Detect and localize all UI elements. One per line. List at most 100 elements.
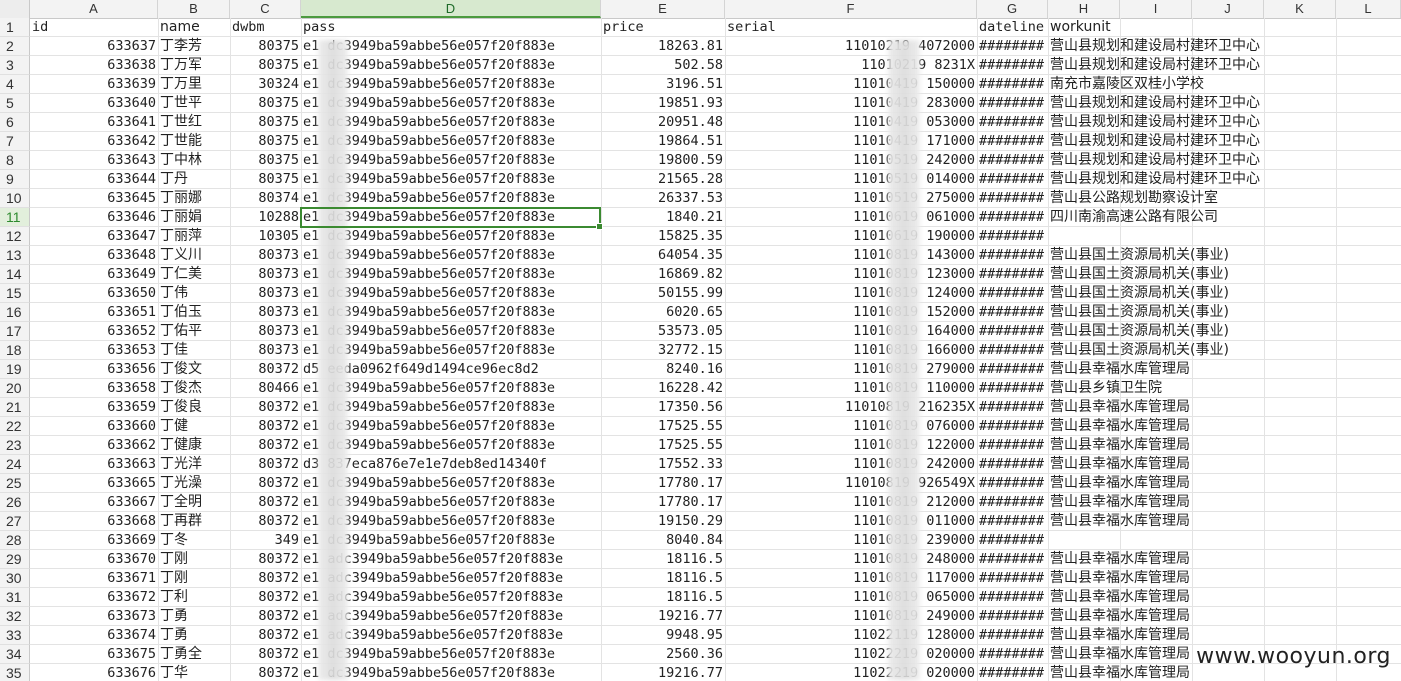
cell-dwbm[interactable]: 80372: [230, 607, 301, 626]
cell-serial[interactable]: 11010819 124000: [725, 284, 977, 303]
cell-id[interactable]: 633669: [30, 531, 158, 550]
row-header[interactable]: 7: [0, 132, 30, 151]
row-header[interactable]: 8: [0, 151, 30, 170]
row-header[interactable]: 35: [0, 664, 30, 681]
cell-dateline[interactable]: ########: [977, 512, 1048, 531]
cell-serial[interactable]: 11022219 020000: [725, 664, 977, 681]
cell-id[interactable]: 633662: [30, 436, 158, 455]
cell-name[interactable]: 丁世红: [158, 113, 230, 132]
cell-dateline[interactable]: ########: [977, 246, 1048, 265]
cell-dateline[interactable]: ########: [977, 56, 1048, 75]
cell-id[interactable]: 633651: [30, 303, 158, 322]
row-header[interactable]: 32: [0, 607, 30, 626]
cell-price[interactable]: 19864.51: [601, 132, 725, 151]
cell-dateline[interactable]: ########: [977, 531, 1048, 550]
cell-id[interactable]: 633649: [30, 265, 158, 284]
cell-name[interactable]: 丁冬: [158, 531, 230, 550]
cell-name[interactable]: 丁光澡: [158, 474, 230, 493]
cell-name[interactable]: 丁义川: [158, 246, 230, 265]
cell-id[interactable]: 633665: [30, 474, 158, 493]
cell-workunit[interactable]: 营山县规划和建设局村建环卫中心: [1048, 94, 1401, 113]
cell-serial[interactable]: 11010519 242000: [725, 151, 977, 170]
cell-price[interactable]: 20951.48: [601, 113, 725, 132]
cell-workunit[interactable]: 营山县幸福水库管理局: [1048, 588, 1401, 607]
row-header[interactable]: 31: [0, 588, 30, 607]
cell-dateline[interactable]: ########: [977, 417, 1048, 436]
cell-workunit[interactable]: 营山县规划和建设局村建环卫中心: [1048, 113, 1401, 132]
cell-id[interactable]: id: [30, 18, 158, 37]
cell-id[interactable]: 633675: [30, 645, 158, 664]
cell-workunit[interactable]: 营山县乡镇卫生院: [1048, 379, 1401, 398]
row-header[interactable]: 25: [0, 474, 30, 493]
cell-id[interactable]: 633670: [30, 550, 158, 569]
cell-workunit[interactable]: 营山县幸福水库管理局: [1048, 360, 1401, 379]
cell-dwbm[interactable]: 80375: [230, 113, 301, 132]
cell-serial[interactable]: 11010819 122000: [725, 436, 977, 455]
cell-dateline[interactable]: ########: [977, 151, 1048, 170]
cell-workunit[interactable]: 营山县国土资源局机关(事业): [1048, 341, 1401, 360]
cell-workunit[interactable]: workunit: [1048, 18, 1401, 37]
cell-name[interactable]: 丁光洋: [158, 455, 230, 474]
cell-name[interactable]: 丁俊杰: [158, 379, 230, 398]
cell-id[interactable]: 633672: [30, 588, 158, 607]
cell-workunit[interactable]: 营山县规划和建设局村建环卫中心: [1048, 37, 1401, 56]
row-header[interactable]: 16: [0, 303, 30, 322]
cell-price[interactable]: 17780.17: [601, 474, 725, 493]
row-header[interactable]: 6: [0, 113, 30, 132]
cell-name[interactable]: 丁丽萍: [158, 227, 230, 246]
cell-workunit[interactable]: 营山县国土资源局机关(事业): [1048, 322, 1401, 341]
row-header[interactable]: 34: [0, 645, 30, 664]
cell-serial[interactable]: 11022119 128000: [725, 626, 977, 645]
cell-dateline[interactable]: ########: [977, 455, 1048, 474]
cell-price[interactable]: 16228.42: [601, 379, 725, 398]
column-header-f[interactable]: F: [725, 0, 977, 18]
cell-workunit[interactable]: 营山县规划和建设局村建环卫中心: [1048, 132, 1401, 151]
row-header[interactable]: 11: [0, 208, 30, 227]
cell-workunit[interactable]: 营山县公路规划勘察设计室: [1048, 189, 1401, 208]
row-header[interactable]: 17: [0, 322, 30, 341]
cell-dateline[interactable]: ########: [977, 37, 1048, 56]
row-header[interactable]: 19: [0, 360, 30, 379]
cell-serial[interactable]: 11010219 8231X: [725, 56, 977, 75]
row-header[interactable]: 13: [0, 246, 30, 265]
cell-dwbm[interactable]: 80373: [230, 303, 301, 322]
cell-name[interactable]: 丁俊文: [158, 360, 230, 379]
cell-id[interactable]: 633658: [30, 379, 158, 398]
cell-id[interactable]: 633642: [30, 132, 158, 151]
row-header[interactable]: 21: [0, 398, 30, 417]
cell-name[interactable]: 丁健康: [158, 436, 230, 455]
cell-name[interactable]: 丁仁美: [158, 265, 230, 284]
cell-serial[interactable]: serial: [725, 18, 977, 37]
cell-dateline[interactable]: ########: [977, 645, 1048, 664]
cell-price[interactable]: 17525.55: [601, 417, 725, 436]
cell-serial[interactable]: 11010619 190000: [725, 227, 977, 246]
cell-name[interactable]: 丁健: [158, 417, 230, 436]
cell-dwbm[interactable]: 80375: [230, 151, 301, 170]
cell-id[interactable]: 633674: [30, 626, 158, 645]
cell-price[interactable]: 21565.28: [601, 170, 725, 189]
cell-name[interactable]: 丁万里: [158, 75, 230, 94]
cell-dateline[interactable]: dateline: [977, 18, 1048, 37]
cell-dwbm[interactable]: 80373: [230, 246, 301, 265]
cell-workunit[interactable]: 南充市嘉陵区双桂小学校: [1048, 75, 1401, 94]
cell-serial[interactable]: 11010519 275000: [725, 189, 977, 208]
cell-name[interactable]: 丁丽娟: [158, 208, 230, 227]
cell-dwbm[interactable]: 80372: [230, 626, 301, 645]
cell-name[interactable]: 丁万军: [158, 56, 230, 75]
cell-dwbm[interactable]: 80372: [230, 493, 301, 512]
cell-name[interactable]: 丁丽娜: [158, 189, 230, 208]
cell-price[interactable]: 19216.77: [601, 664, 725, 681]
cell-id[interactable]: 633647: [30, 227, 158, 246]
cell-id[interactable]: 633637: [30, 37, 158, 56]
cell-serial[interactable]: 11010419 053000: [725, 113, 977, 132]
cell-dwbm[interactable]: 80372: [230, 360, 301, 379]
row-header[interactable]: 30: [0, 569, 30, 588]
cell-price[interactable]: 502.58: [601, 56, 725, 75]
cell-dwbm[interactable]: 349: [230, 531, 301, 550]
cell-name[interactable]: 丁世能: [158, 132, 230, 151]
row-header[interactable]: 18: [0, 341, 30, 360]
cell-price[interactable]: 16869.82: [601, 265, 725, 284]
cell-serial[interactable]: 11010819 239000: [725, 531, 977, 550]
cell-price[interactable]: 64054.35: [601, 246, 725, 265]
row-header[interactable]: 29: [0, 550, 30, 569]
